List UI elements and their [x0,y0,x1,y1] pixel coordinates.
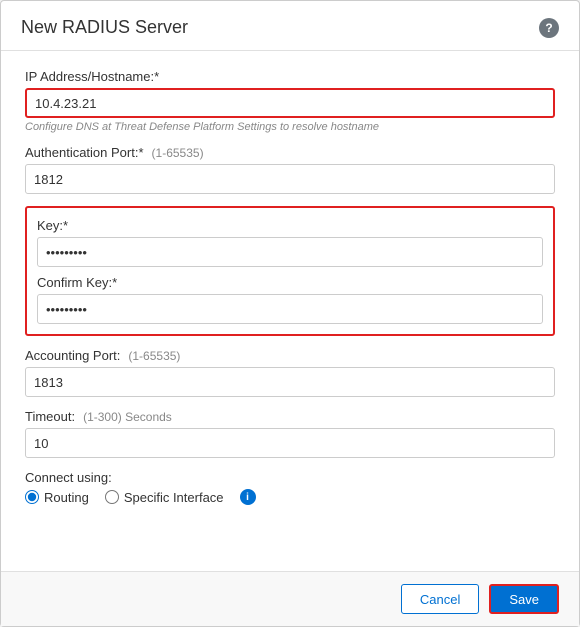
accounting-port-group: Accounting Port: (1-65535) [25,348,555,397]
accounting-port-input[interactable] [25,367,555,397]
ip-hint-text: Configure DNS at Threat Defense Platform… [25,121,555,133]
dialog-body: IP Address/Hostname:* Configure DNS at T… [1,51,579,571]
confirm-key-input[interactable] [37,294,543,324]
key-label: Key:* [37,218,543,233]
timeout-label: Timeout: (1-300) Seconds [25,409,555,424]
specific-interface-radio-label[interactable]: Specific Interface [105,490,224,505]
auth-port-input[interactable] [25,164,555,194]
routing-radio[interactable] [25,490,39,504]
connect-using-group: Connect using: Routing Specific Interfac… [25,470,555,505]
routing-radio-label[interactable]: Routing [25,490,89,505]
help-icon[interactable]: ? [539,18,559,38]
auth-port-label: Authentication Port:* (1-65535) [25,145,555,160]
connect-info-icon[interactable]: i [240,489,256,505]
timeout-group: Timeout: (1-300) Seconds [25,409,555,458]
specific-interface-radio[interactable] [105,490,119,504]
new-radius-server-dialog: New RADIUS Server ? IP Address/Hostname:… [0,0,580,627]
key-group: Key:* [37,218,543,267]
key-section: Key:* Confirm Key:* [25,206,555,336]
accounting-port-label: Accounting Port: (1-65535) [25,348,555,363]
ip-address-group: IP Address/Hostname:* Configure DNS at T… [25,69,555,133]
auth-port-group: Authentication Port:* (1-65535) [25,145,555,194]
cancel-button[interactable]: Cancel [401,584,479,614]
dialog-title: New RADIUS Server [21,17,188,38]
dialog-footer: Cancel Save [1,571,579,626]
ip-address-label: IP Address/Hostname:* [25,69,555,84]
confirm-key-label: Confirm Key:* [37,275,543,290]
connect-radio-group: Routing Specific Interface i [25,489,555,505]
save-button[interactable]: Save [489,584,559,614]
connect-using-label: Connect using: [25,470,555,485]
confirm-key-group: Confirm Key:* [37,275,543,324]
ip-address-input[interactable] [25,88,555,118]
timeout-input[interactable] [25,428,555,458]
key-input[interactable] [37,237,543,267]
dialog-header: New RADIUS Server ? [1,1,579,51]
